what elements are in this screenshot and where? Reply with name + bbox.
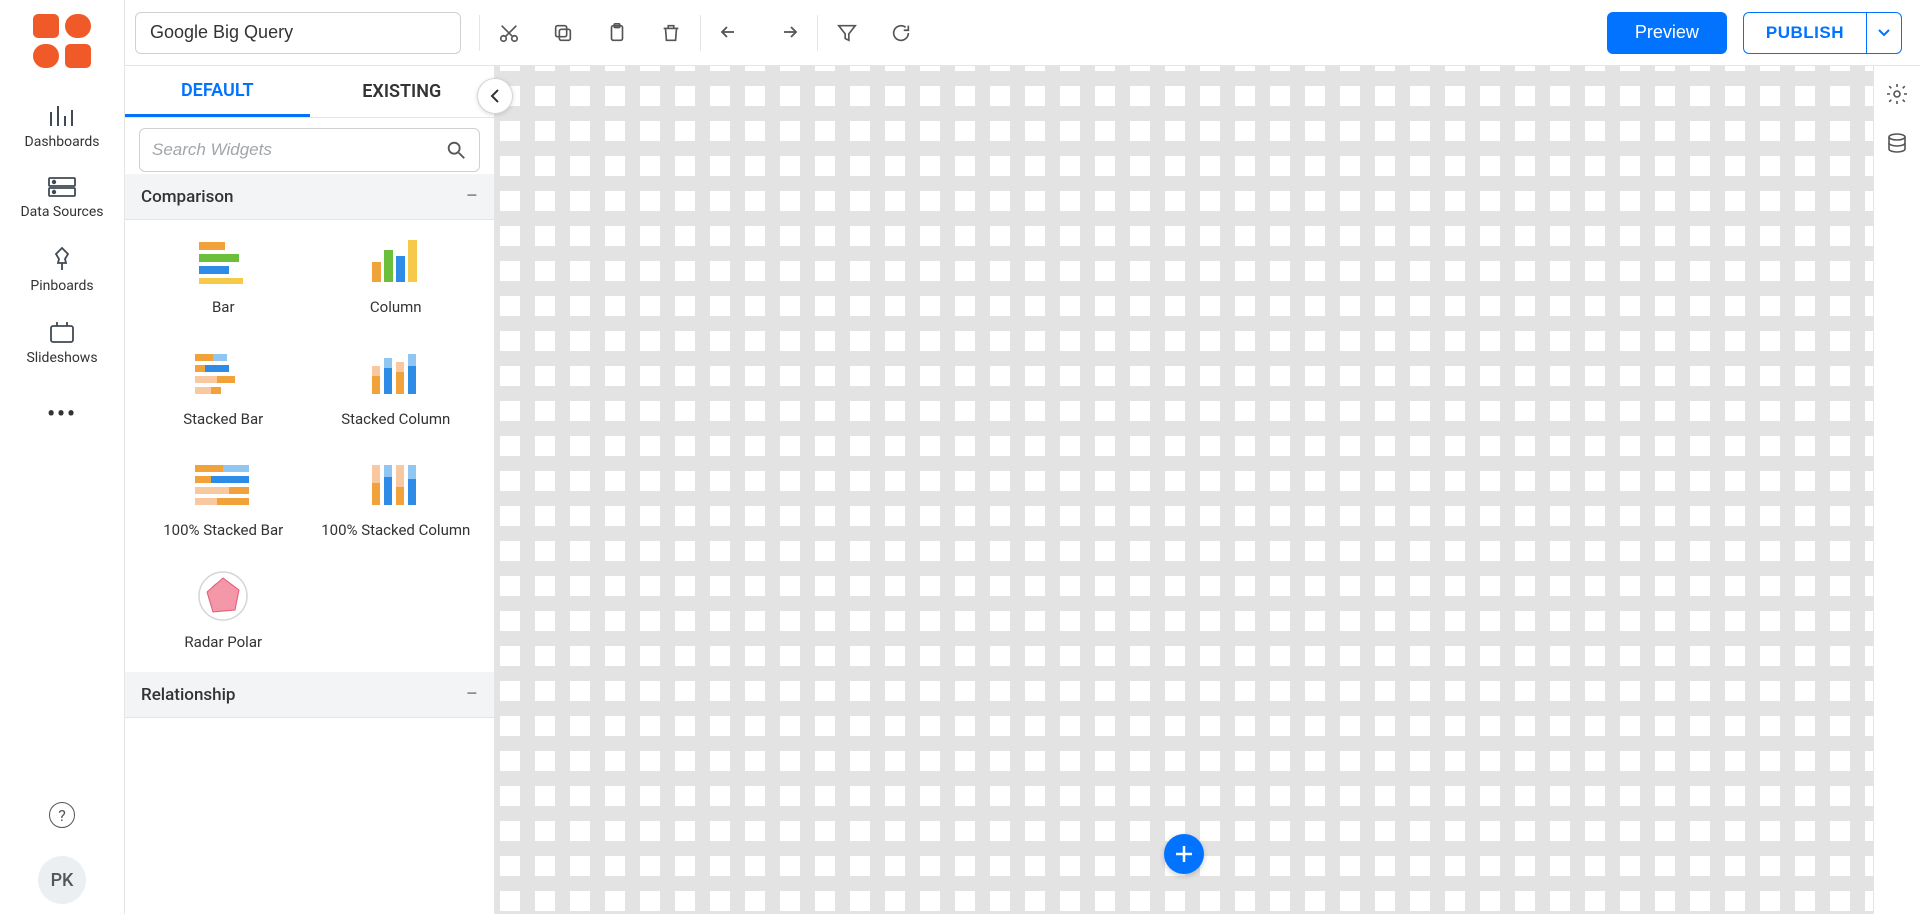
search-widgets-box: [139, 128, 480, 172]
separator: [700, 15, 701, 51]
widget-label: 100% Stacked Bar: [163, 521, 283, 541]
section-title: Comparison: [141, 187, 233, 207]
app-logo: [33, 14, 91, 68]
full-stacked-column-icon: [368, 459, 424, 509]
chevron-down-icon: [1878, 29, 1890, 37]
widget-radar-polar[interactable]: Radar Polar: [145, 569, 302, 653]
nav-dashboards[interactable]: Dashboards: [25, 104, 100, 150]
copy-icon[interactable]: [552, 22, 574, 44]
separator: [817, 15, 818, 51]
nav-label: Slideshows: [26, 350, 97, 366]
design-canvas[interactable]: [495, 66, 1873, 914]
section-relationship-header[interactable]: Relationship −: [125, 672, 494, 718]
widget-label: Stacked Column: [341, 410, 450, 430]
slideshows-icon: [48, 320, 76, 344]
left-nav: Dashboards Data Sources Pinboards Slides…: [0, 0, 125, 914]
widget-100-stacked-bar[interactable]: 100% Stacked Bar: [145, 457, 302, 541]
radar-polar-icon: [195, 568, 251, 624]
nav-label: Data Sources: [20, 204, 103, 220]
right-rail: [1873, 66, 1920, 914]
nav-pinboards[interactable]: Pinboards: [30, 246, 93, 294]
database-icon[interactable]: [1885, 132, 1909, 156]
widget-label: Bar: [212, 298, 235, 318]
dashboards-icon: [47, 104, 77, 128]
chevron-left-icon: [490, 89, 500, 103]
settings-icon[interactable]: [1885, 82, 1909, 106]
widget-stacked-column[interactable]: Stacked Column: [318, 346, 475, 430]
search-widgets-input[interactable]: [152, 140, 445, 160]
collapse-icon: −: [465, 184, 478, 209]
widget-bar[interactable]: Bar: [145, 234, 302, 318]
dashboard-title-input[interactable]: [135, 12, 461, 54]
tab-default[interactable]: DEFAULT: [125, 66, 310, 117]
filter-icon[interactable]: [836, 22, 858, 44]
avatar[interactable]: PK: [38, 856, 86, 904]
nav-label: Dashboards: [25, 134, 100, 150]
help-button[interactable]: ?: [49, 802, 75, 828]
publish-dropdown-button[interactable]: [1866, 12, 1902, 54]
section-comparison-header[interactable]: Comparison −: [125, 174, 494, 220]
widget-label: Stacked Bar: [183, 410, 263, 430]
publish-button[interactable]: PUBLISH: [1743, 12, 1866, 54]
add-widget-fab[interactable]: [1164, 834, 1204, 874]
stacked-bar-icon: [193, 350, 253, 396]
top-toolbar: Preview PUBLISH: [125, 0, 1920, 66]
column-chart-icon: [368, 236, 424, 286]
delete-icon[interactable]: [660, 22, 682, 44]
paste-icon[interactable]: [606, 22, 628, 44]
plus-icon: [1174, 844, 1194, 864]
nav-data-sources[interactable]: Data Sources: [20, 176, 103, 220]
nav-slideshows[interactable]: Slideshows: [26, 320, 97, 366]
search-icon[interactable]: [445, 139, 467, 161]
widget-label: Column: [370, 298, 422, 318]
nav-more[interactable]: •••: [47, 402, 77, 427]
tab-existing[interactable]: EXISTING: [310, 66, 495, 117]
separator: [479, 15, 480, 51]
widget-100-stacked-column[interactable]: 100% Stacked Column: [318, 457, 475, 541]
undo-icon[interactable]: [719, 23, 743, 43]
widget-label: 100% Stacked Column: [321, 521, 470, 541]
stacked-column-icon: [368, 348, 424, 398]
widget-panel: DEFAULT EXISTING Comparison − Bar: [125, 66, 495, 914]
nav-label: Pinboards: [30, 278, 93, 294]
data-sources-icon: [47, 176, 77, 198]
collapse-icon: −: [465, 682, 478, 707]
widget-label: Radar Polar: [184, 633, 262, 653]
refresh-icon[interactable]: [890, 22, 912, 44]
cut-icon[interactable]: [498, 22, 520, 44]
canvas-area: [495, 66, 1873, 914]
full-stacked-bar-icon: [193, 461, 253, 507]
widget-stacked-bar[interactable]: Stacked Bar: [145, 346, 302, 430]
section-title: Relationship: [141, 685, 236, 705]
preview-button[interactable]: Preview: [1607, 12, 1727, 54]
avatar-initials: PK: [51, 870, 74, 891]
collapse-panel-button[interactable]: [477, 78, 513, 114]
pinboards-icon: [50, 246, 74, 272]
widget-column[interactable]: Column: [318, 234, 475, 318]
bar-chart-icon: [195, 238, 251, 284]
redo-icon[interactable]: [775, 23, 799, 43]
